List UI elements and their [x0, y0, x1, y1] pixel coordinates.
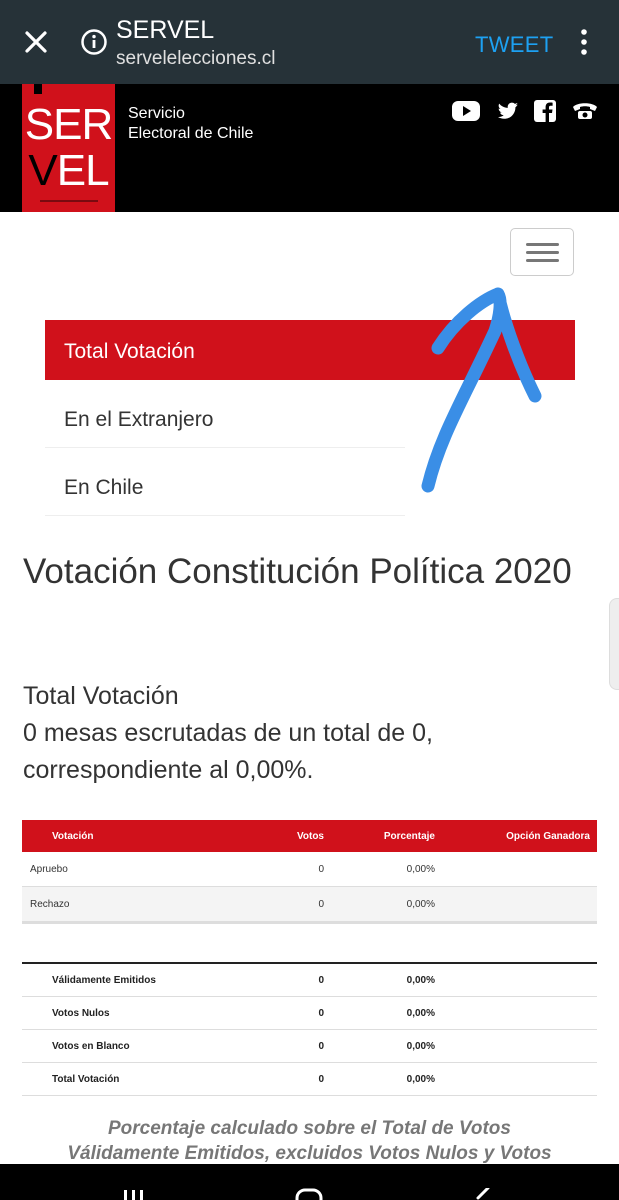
- option-label: Apruebo: [22, 852, 223, 887]
- percent-value: 0,00%: [324, 852, 436, 887]
- table-row: Votos en Blanco 0 0,00%: [22, 1029, 597, 1063]
- nav-item-extranjero[interactable]: En el Extranjero: [45, 390, 405, 448]
- servel-logo[interactable]: SER VEL: [22, 84, 115, 212]
- votes-value: 0: [223, 852, 324, 887]
- hamburger-line: [526, 251, 559, 254]
- votes-value: 0: [223, 1062, 324, 1096]
- percent-value: 0,00%: [324, 963, 436, 997]
- votes-value: 0: [223, 886, 324, 924]
- totals-table: Válidamente Emitidos 0 0,00% Votos Nulos…: [22, 962, 597, 1096]
- winner-value: [436, 852, 597, 887]
- page-heading: Votación Constitución Política 2020: [23, 552, 572, 591]
- nav-item-chile[interactable]: En Chile: [45, 458, 405, 516]
- col-header-porcentaje: Porcentaje: [324, 820, 436, 852]
- percent-value: 0,00%: [324, 1029, 436, 1063]
- facebook-icon[interactable]: [533, 99, 557, 123]
- back-icon[interactable]: [470, 1188, 494, 1200]
- col-header-votacion: Votación: [22, 820, 223, 852]
- phone-icon[interactable]: [571, 99, 599, 123]
- browser-toolbar: SERVEL servelelecciones.cl TWEET: [0, 0, 619, 84]
- total-label: Votos Nulos: [22, 996, 223, 1030]
- percent-value: 0,00%: [324, 886, 436, 924]
- footnote: Porcentaje calculado sobre el Total de V…: [67, 1118, 552, 1164]
- votes-value: 0: [223, 963, 324, 997]
- winner-value: [436, 886, 597, 924]
- total-label: Válidamente Emitidos: [22, 963, 223, 997]
- more-vert-icon[interactable]: [578, 28, 590, 56]
- table-row: Válidamente Emitidos 0 0,00%: [22, 963, 597, 997]
- org-name: Servicio Electoral de Chile: [128, 105, 254, 142]
- scroll-indicator[interactable]: [609, 598, 619, 690]
- hamburger-line: [526, 243, 559, 246]
- summary-line-1: 0 mesas escrutadas de un total de 0,: [23, 719, 433, 747]
- page-url: servelelecciones.cl: [116, 48, 276, 69]
- table-row: Rechazo 0 0,00%: [22, 886, 597, 924]
- option-label: Rechazo: [22, 886, 223, 924]
- logo-line2: VEL: [28, 146, 109, 195]
- youtube-icon[interactable]: [451, 99, 481, 123]
- table-row: Apruebo 0 0,00%: [22, 852, 597, 887]
- tweet-button[interactable]: TWEET: [475, 32, 554, 58]
- arrow-annotation-icon: [421, 287, 542, 493]
- votes-value: 0: [223, 1029, 324, 1063]
- summary-line-2: correspondiente al 0,00%.: [23, 756, 314, 784]
- system-nav-bar: [0, 1164, 619, 1200]
- hamburger-line: [526, 259, 559, 262]
- info-icon[interactable]: [80, 28, 108, 56]
- close-icon[interactable]: [20, 26, 52, 58]
- recents-icon[interactable]: [118, 1190, 148, 1200]
- results-header-row: Votación Votos Porcentaje Opción Ganador…: [22, 820, 597, 852]
- col-header-votos: Votos: [223, 820, 324, 852]
- total-label: Total Votación: [22, 1062, 223, 1096]
- home-icon[interactable]: [294, 1188, 324, 1200]
- percent-value: 0,00%: [324, 1062, 436, 1096]
- results-table: Votación Votos Porcentaje Opción Ganador…: [22, 820, 597, 924]
- percent-value: 0,00%: [324, 996, 436, 1030]
- table-row: Total Votación 0 0,00%: [22, 1062, 597, 1096]
- total-label: Votos en Blanco: [22, 1029, 223, 1063]
- page-title: SERVEL: [116, 16, 215, 44]
- menu-toggle-button[interactable]: [510, 228, 574, 276]
- logo-line1: SER: [24, 100, 113, 149]
- twitter-icon[interactable]: [496, 99, 520, 123]
- col-header-opcion-ganadora: Opción Ganadora: [436, 820, 597, 852]
- votes-value: 0: [223, 996, 324, 1030]
- table-row: Votos Nulos 0 0,00%: [22, 996, 597, 1030]
- section-title: Total Votación: [23, 682, 179, 710]
